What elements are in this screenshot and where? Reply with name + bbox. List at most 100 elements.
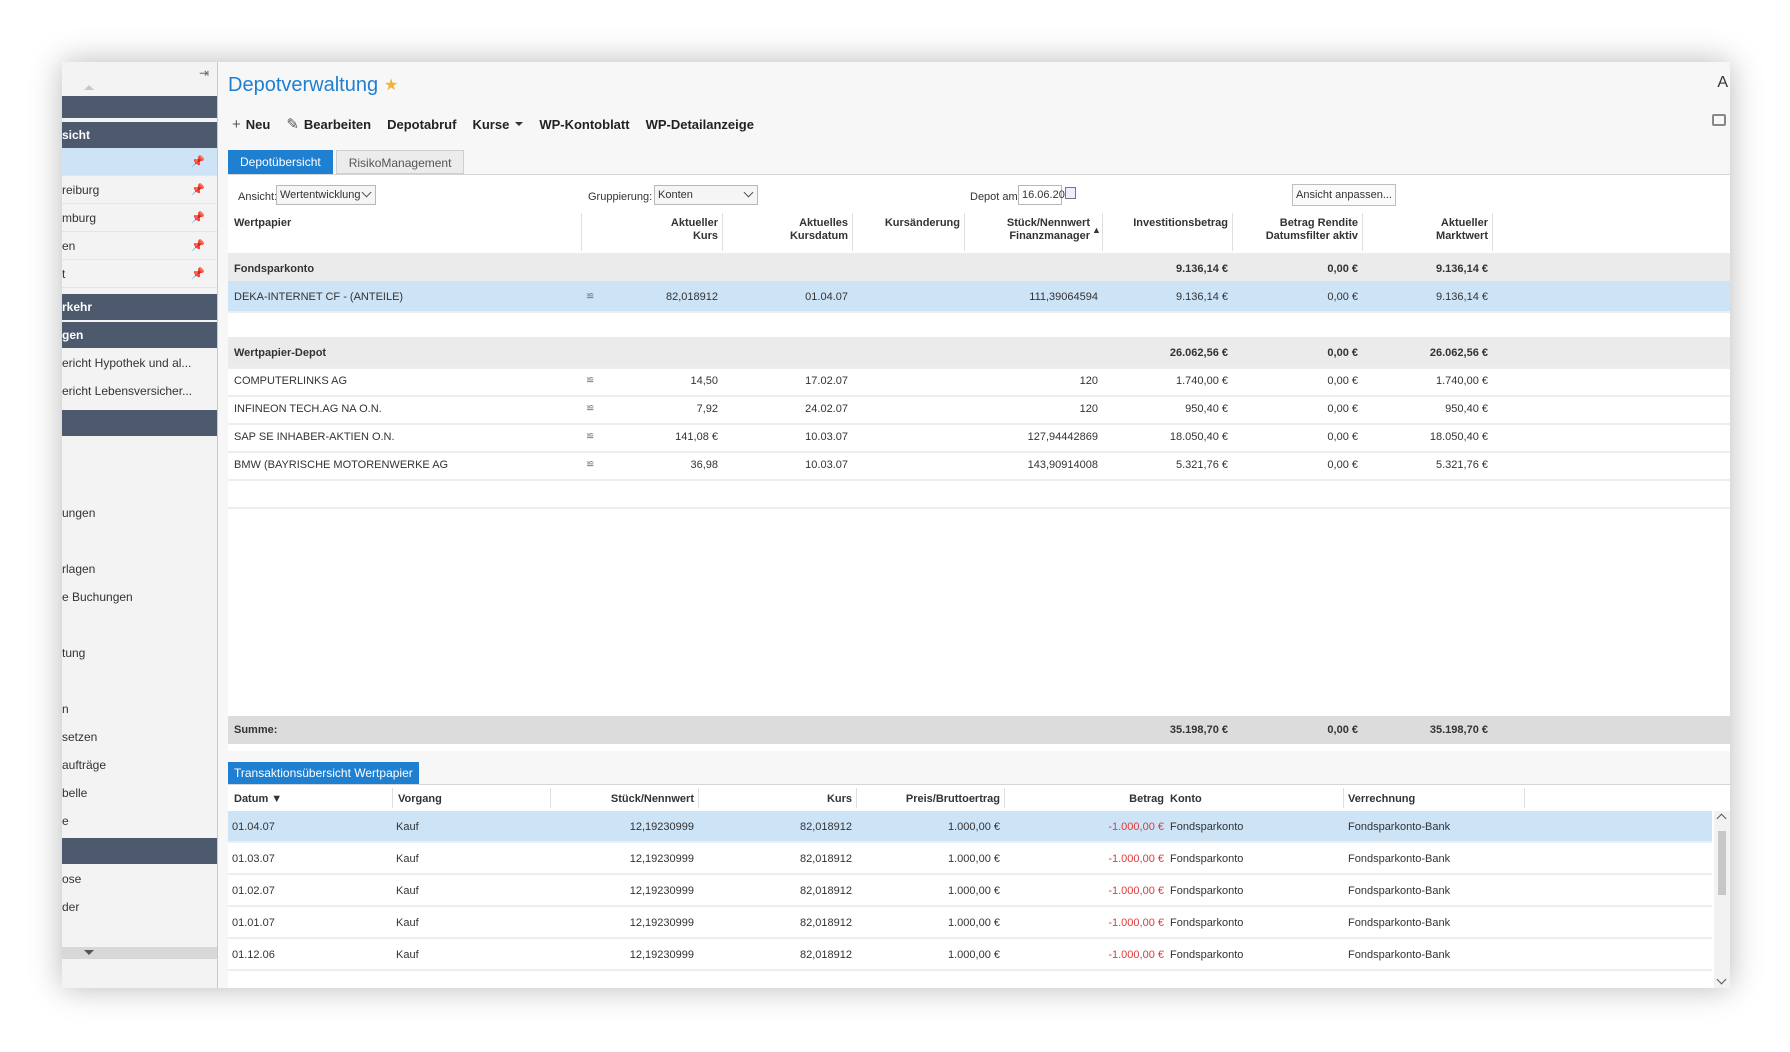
col-konto[interactable]: Konto bbox=[1170, 793, 1202, 805]
tx-preis: 1.000,00 € bbox=[948, 917, 1000, 929]
scroll-thumb[interactable] bbox=[1718, 831, 1726, 895]
row-datum: 24.02.07 bbox=[805, 403, 848, 415]
tx-preis: 1.000,00 € bbox=[948, 821, 1000, 833]
sidebar-item[interactable]: belle bbox=[62, 782, 217, 804]
ansicht-select[interactable]: Wertentwicklung bbox=[276, 185, 376, 205]
ansicht-label: Ansicht: bbox=[238, 191, 278, 203]
pin-icon[interactable]: 📌 bbox=[191, 176, 205, 203]
sidebar-item[interactable]: en 📌 bbox=[62, 232, 217, 260]
tab-depotuebersicht[interactable]: Depotübersicht bbox=[228, 150, 333, 174]
col-aktueller-kurs[interactable]: Aktueller Kurs bbox=[648, 217, 718, 243]
sidebar-item[interactable]: e Buchungen bbox=[62, 586, 217, 608]
wp-detailanzeige-button[interactable]: WP-Detailanzeige bbox=[646, 117, 754, 132]
col-preis[interactable]: Preis/Bruttoertrag bbox=[878, 793, 1000, 805]
table-row[interactable]: 01.01.07 Kauf 12,19230999 82,018912 1.00… bbox=[228, 907, 1712, 939]
group-rendite: 0,00 € bbox=[1327, 263, 1358, 275]
col-stueck[interactable]: Stück/Nennwert bbox=[594, 793, 694, 805]
col-label: Aktueller bbox=[1440, 217, 1488, 229]
col-kursdatum[interactable]: Aktuelles Kursdatum bbox=[768, 217, 848, 243]
row-kurs: 7,92 bbox=[696, 403, 718, 415]
sidebar-item[interactable]: mburg 📌 bbox=[62, 204, 217, 232]
calendar-icon[interactable] bbox=[1065, 187, 1076, 199]
kurse-dropdown-button[interactable]: Kurse bbox=[472, 117, 524, 132]
sidebar-item[interactable]: n bbox=[62, 698, 217, 720]
table-row[interactable]: 01.12.06 Kauf 12,19230999 82,018912 1.00… bbox=[228, 939, 1712, 971]
sidebar-item[interactable]: der bbox=[62, 896, 217, 918]
new-button[interactable]: + Neu bbox=[232, 116, 270, 133]
scroll-up-icon[interactable] bbox=[84, 85, 94, 90]
col-verrechnung[interactable]: Verrechnung bbox=[1348, 793, 1415, 805]
col-label: Aktueller bbox=[670, 217, 718, 229]
sidebar-item[interactable]: t 📌 bbox=[62, 260, 217, 288]
col-stueck-nennwert[interactable]: Stück/Nennwert Finanzmanager bbox=[998, 217, 1090, 243]
chart-icon[interactable]: ≌ bbox=[586, 459, 594, 470]
sidebar-item[interactable]: e bbox=[62, 810, 217, 832]
chart-icon[interactable]: ≌ bbox=[586, 291, 594, 302]
gruppierung-select[interactable]: Konten bbox=[654, 185, 758, 205]
row-kurs: 82,018912 bbox=[666, 291, 718, 303]
chevron-down-icon bbox=[361, 187, 372, 198]
chart-icon[interactable]: ≌ bbox=[586, 403, 594, 414]
row-name: SAP SE INHABER-AKTIEN O.N. bbox=[234, 431, 395, 443]
chart-icon[interactable]: ≌ bbox=[586, 431, 594, 442]
group-invest: 26.062,56 € bbox=[1169, 347, 1228, 359]
sidebar-item[interactable]: aufträge bbox=[62, 754, 217, 776]
col-betrag-rendite[interactable]: Betrag Rendite Datumsfilter aktiv bbox=[1258, 217, 1358, 243]
sidebar-item[interactable]: setzen bbox=[62, 726, 217, 748]
row-rendite: 0,00 € bbox=[1327, 403, 1358, 415]
wp-kontoblatt-button[interactable]: WP-Kontoblatt bbox=[539, 117, 629, 132]
group-name: Wertpapier-Depot bbox=[234, 347, 327, 359]
sidebar-item[interactable]: ose bbox=[62, 868, 217, 890]
sidebar-item[interactable]: ericht Hypothek und al... bbox=[62, 352, 217, 374]
pin-icon[interactable]: 📌 bbox=[191, 260, 205, 287]
sidebar-section-sicht[interactable]: sicht bbox=[62, 122, 217, 148]
col-aktueller-marktwert[interactable]: Aktueller Marktwert bbox=[1418, 217, 1488, 243]
col-wertpapier[interactable]: Wertpapier bbox=[234, 217, 291, 230]
pin-icon[interactable]: 📌 bbox=[191, 148, 205, 175]
depot-date-input[interactable]: 16.06.20 bbox=[1018, 185, 1065, 205]
transactions-scrollbar[interactable] bbox=[1714, 811, 1730, 988]
favorite-star-icon[interactable]: ★ bbox=[384, 75, 398, 95]
ansicht-anpassen-button[interactable]: Ansicht anpassen... bbox=[1292, 184, 1396, 206]
sidebar-section-header[interactable] bbox=[62, 838, 217, 864]
sidebar-item[interactable]: ericht Lebensversicher... bbox=[62, 380, 217, 402]
print-icon[interactable] bbox=[1712, 114, 1726, 126]
sidebar-item[interactable]: ungen bbox=[62, 502, 217, 524]
table-row[interactable]: 01.03.07 Kauf 12,19230999 82,018912 1.00… bbox=[228, 843, 1712, 875]
col-datum[interactable]: Datum ▼ bbox=[234, 793, 282, 805]
col-vorgang[interactable]: Vorgang bbox=[398, 793, 442, 805]
pin-icon[interactable]: 📌 bbox=[191, 232, 205, 259]
tx-vorgang: Kauf bbox=[396, 885, 419, 897]
col-investitionsbetrag[interactable]: Investitionsbetrag bbox=[1128, 217, 1228, 230]
row-name: DEKA-INTERNET CF - (ANTEILE) bbox=[234, 291, 404, 303]
sidebar-item[interactable]: tung bbox=[62, 642, 217, 664]
scroll-down-icon[interactable] bbox=[84, 950, 94, 955]
sidebar-item[interactable]: reiburg 📌 bbox=[62, 176, 217, 204]
col-betrag[interactable]: Betrag bbox=[1064, 793, 1164, 805]
chevron-up-icon[interactable] bbox=[1716, 813, 1727, 824]
column-divider bbox=[1232, 213, 1233, 251]
tx-datum: 01.12.06 bbox=[232, 949, 275, 961]
edit-button[interactable]: ✎ Bearbeiten bbox=[286, 115, 371, 133]
table-row[interactable]: 01.04.07 Kauf 12,19230999 82,018912 1.00… bbox=[228, 811, 1712, 843]
tab-transaktionsuebersicht[interactable]: Transaktionsübersicht Wertpapier bbox=[228, 762, 419, 784]
col-kursaenderung[interactable]: Kursänderung bbox=[868, 217, 960, 230]
pin-icon[interactable]: 📌 bbox=[191, 204, 205, 231]
summary-markt: 35.198,70 € bbox=[1429, 724, 1488, 736]
group-markt: 26.062,56 € bbox=[1429, 347, 1488, 359]
row-datum: 10.03.07 bbox=[805, 459, 848, 471]
depotabruf-button[interactable]: Depotabruf bbox=[387, 117, 456, 132]
table-row[interactable]: 01.02.07 Kauf 12,19230999 82,018912 1.00… bbox=[228, 875, 1712, 907]
col-kurs[interactable]: Kurs bbox=[752, 793, 852, 805]
sidebar-item[interactable]: rlagen bbox=[62, 558, 217, 580]
chevron-down-icon[interactable] bbox=[1716, 974, 1727, 985]
sidebar-section-rkehr[interactable]: rkehr bbox=[62, 294, 217, 320]
tx-kurs: 82,018912 bbox=[800, 853, 852, 865]
sidebar-section-gen[interactable]: gen bbox=[62, 322, 217, 348]
chart-icon[interactable]: ≌ bbox=[586, 375, 594, 386]
tab-risikomanagement[interactable]: RisikoManagement bbox=[335, 150, 465, 174]
sidebar-item[interactable]: 📌 bbox=[62, 148, 217, 176]
collapse-sidebar-icon[interactable]: ⇥ bbox=[199, 66, 213, 80]
sidebar-section-header[interactable] bbox=[62, 410, 217, 436]
ansicht-select-value: Wertentwicklung bbox=[280, 189, 361, 201]
